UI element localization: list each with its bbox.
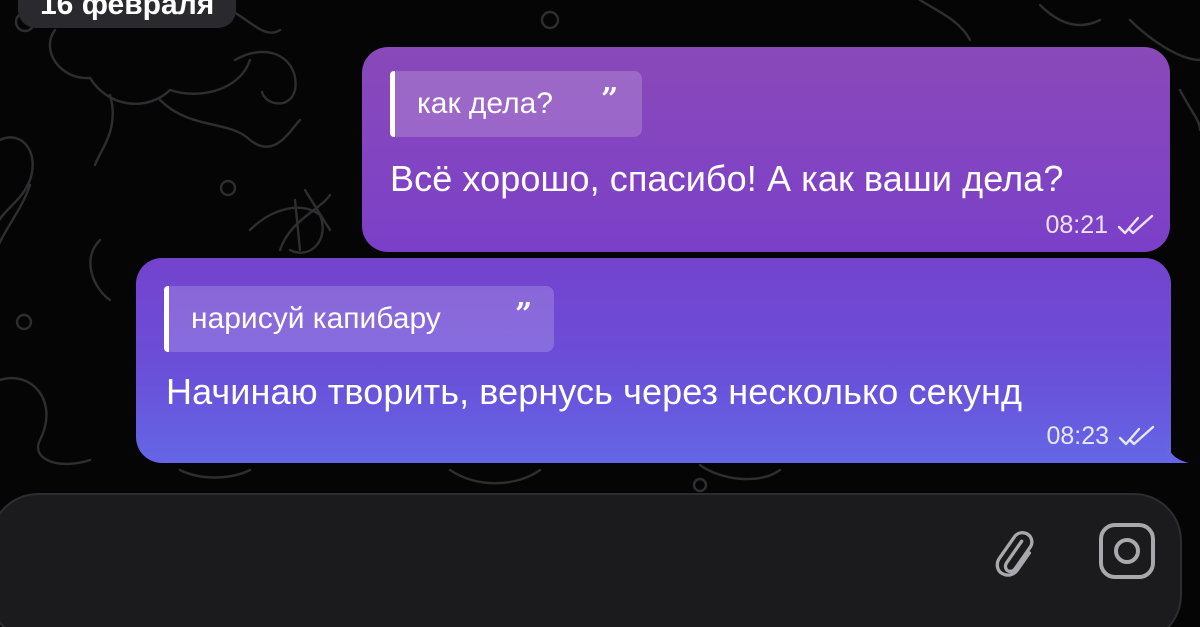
message-time: 08:23 [1046,422,1109,450]
camera-button[interactable] [1092,516,1162,586]
reply-quote-text: как дела? [417,87,553,120]
reply-quote[interactable]: нарисуй капибару ” [164,286,554,352]
camera-icon [1099,523,1155,579]
quotation-mark-icon: ” [601,82,619,117]
reply-quote-text: нарисуй капибару [191,302,441,335]
message-bubble[interactable]: нарисуй капибару ” Начинаю творить, верн… [136,258,1189,463]
paperclip-icon [995,531,1034,577]
date-separator: 16 февраля [18,0,237,28]
message-text: Начинаю творить, вернусь через несколько… [166,371,1023,412]
message-bubble[interactable]: как дела? ” Всё хорошо, спасибо! А как в… [362,47,1170,252]
reply-quote[interactable]: как дела? ” [390,71,642,137]
bubble-tail [1167,437,1189,463]
message-meta: 08:23 [1046,422,1157,451]
chat-screen: 16 февраля как дела? ” Всё хорошо, спаси… [0,0,1200,627]
quotation-mark-icon: ” [515,297,533,332]
message-time: 08:21 [1045,211,1108,239]
message-meta: 08:21 [1045,211,1156,240]
attach-button[interactable] [980,519,1050,589]
double-check-icon [1118,425,1155,445]
double-check-icon [1117,214,1154,234]
message-text: Всё хорошо, спасибо! А как ваши дела? [390,158,1064,199]
